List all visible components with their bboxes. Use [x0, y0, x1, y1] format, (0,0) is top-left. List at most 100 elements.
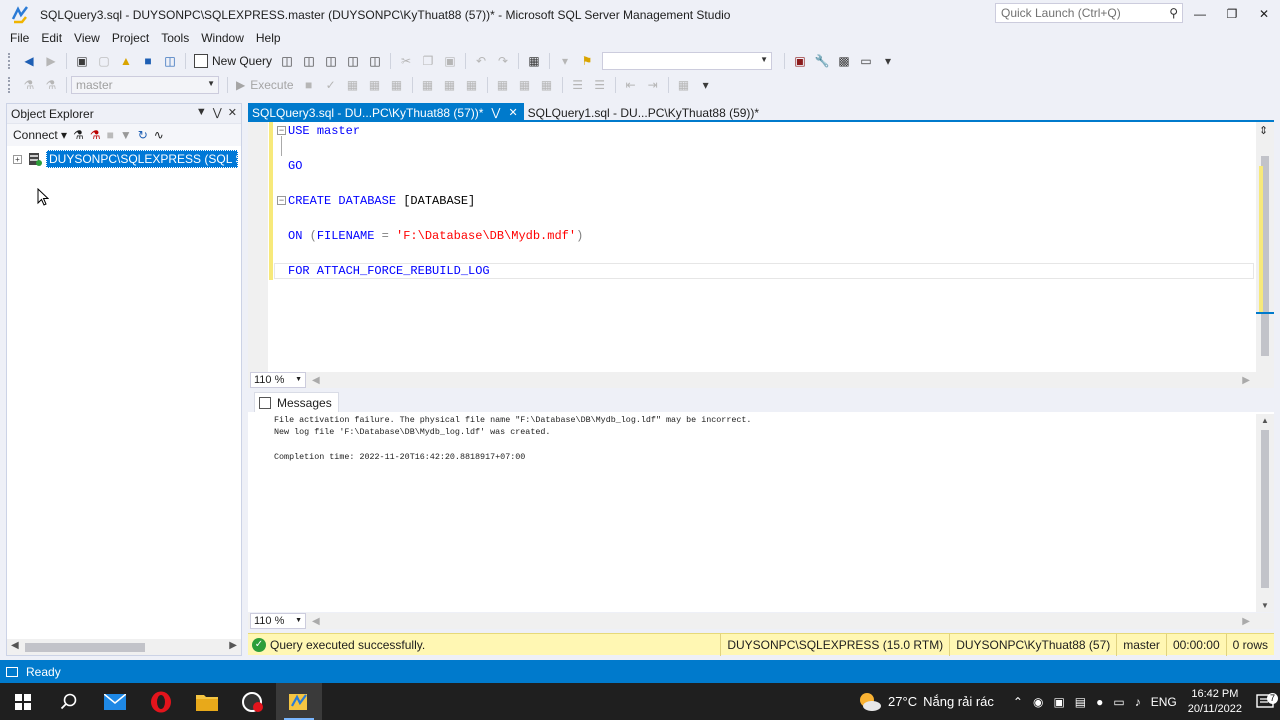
query-editor[interactable]: − − USE master GO CREATE DATABASE [DATAB…: [248, 122, 1274, 372]
solution-configurations-icon[interactable]: ▾: [556, 52, 574, 70]
cut-icon[interactable]: ✂: [397, 52, 415, 70]
add-item-icon[interactable]: ▢: [95, 52, 113, 70]
scrollbar-thumb[interactable]: [25, 643, 145, 652]
scrollbar-thumb[interactable]: [1261, 430, 1269, 588]
change-connection-icon[interactable]: ⚗: [42, 76, 60, 94]
editor-zoom-select[interactable]: 110 % ▼: [250, 372, 306, 388]
menu-help[interactable]: Help: [250, 30, 287, 48]
taskbar-ssms[interactable]: [276, 683, 322, 720]
window-position-icon[interactable]: ▼: [196, 106, 207, 119]
editor-vertical-scrollbar[interactable]: ⇕: [1256, 122, 1274, 372]
taskbar-file-explorer[interactable]: [184, 683, 230, 720]
toolbar-grip[interactable]: [8, 77, 12, 93]
expand-icon[interactable]: +: [13, 154, 22, 164]
toolbox-icon[interactable]: ▩: [835, 52, 853, 70]
close-panel-icon[interactable]: ✕: [228, 106, 237, 119]
results-vertical-scrollbar[interactable]: ▲ ▼: [1256, 414, 1274, 612]
estimated-plan-icon[interactable]: ▦: [344, 76, 362, 94]
forward-icon[interactable]: ▶: [42, 52, 60, 70]
xmla-query-icon[interactable]: ◫: [344, 52, 362, 70]
connect-dropdown[interactable]: Connect ▾: [13, 128, 67, 142]
execute-button[interactable]: ▶ Execute: [232, 78, 298, 92]
registered-servers-icon[interactable]: ▣: [791, 52, 809, 70]
taskbar-recorder[interactable]: [230, 683, 276, 720]
toolbar-options-icon[interactable]: ▾: [697, 76, 715, 94]
connect-plug-icon[interactable]: ⚗: [73, 128, 84, 142]
client-stats-icon[interactable]: ▦: [463, 76, 481, 94]
ssms-app-icon[interactable]: [10, 5, 30, 25]
new-project-icon[interactable]: ▣: [73, 52, 91, 70]
volume-icon[interactable]: ♪: [1135, 695, 1141, 709]
disconnect-icon[interactable]: ⚗: [90, 128, 101, 142]
show-hidden-icons-icon[interactable]: ⌃: [1013, 695, 1023, 709]
find-in-files-icon[interactable]: ⚑: [578, 52, 596, 70]
collapse-icon[interactable]: −: [277, 196, 286, 205]
comment-icon[interactable]: ☰: [569, 76, 587, 94]
new-query-button[interactable]: New Query: [190, 54, 276, 68]
parse-icon[interactable]: ✓: [322, 76, 340, 94]
microphone-icon[interactable]: ●: [1096, 695, 1103, 709]
tab-sqlquery1[interactable]: SQLQuery1.sql - DU...PC\KyThuat88 (59))*: [524, 103, 765, 122]
specify-values-icon[interactable]: ▦: [675, 76, 693, 94]
toolbar-grip[interactable]: [8, 53, 12, 69]
scroll-right-icon[interactable]: ▶: [1242, 375, 1250, 386]
back-icon[interactable]: ◀: [20, 52, 38, 70]
properties-icon[interactable]: 🔧: [813, 52, 831, 70]
live-stats-icon[interactable]: ▦: [441, 76, 459, 94]
decrease-indent-icon[interactable]: ⇤: [622, 76, 640, 94]
save-icon[interactable]: ■: [139, 52, 157, 70]
menu-project[interactable]: Project: [106, 30, 155, 48]
minimize-button[interactable]: —: [1184, 0, 1216, 28]
search-button[interactable]: [46, 683, 92, 720]
undo-icon[interactable]: ↶: [472, 52, 490, 70]
paste-icon[interactable]: ▣: [441, 52, 459, 70]
messages-output[interactable]: File activation failure. The physical fi…: [248, 412, 1274, 464]
menu-file[interactable]: File: [4, 30, 35, 48]
camera-icon[interactable]: ▣: [1053, 695, 1064, 709]
scroll-down-icon[interactable]: ▼: [1261, 601, 1269, 610]
activity-monitor-icon[interactable]: ▦: [525, 52, 543, 70]
dax-query-icon[interactable]: ◫: [366, 52, 384, 70]
refresh-icon[interactable]: ↻: [138, 128, 148, 142]
toolbar-options-icon[interactable]: ▾: [879, 52, 897, 70]
menu-tools[interactable]: Tools: [155, 30, 195, 48]
cancel-query-icon[interactable]: ■: [300, 76, 318, 94]
pin-tab-icon[interactable]: ⋁: [491, 106, 500, 119]
tab-sqlquery3[interactable]: SQLQuery3.sql - DU...PC\KyThuat88 (57))*…: [248, 103, 524, 122]
scroll-left-icon[interactable]: ◀: [312, 616, 320, 627]
mdx-query-icon[interactable]: ◫: [300, 52, 318, 70]
open-file-icon[interactable]: ▲: [117, 52, 135, 70]
results-to-grid-icon[interactable]: ▦: [516, 76, 534, 94]
command-window-icon[interactable]: ▭: [857, 52, 875, 70]
split-icon[interactable]: ⇕: [1259, 124, 1268, 137]
display-icon[interactable]: ▭: [1113, 695, 1124, 709]
connect-icon[interactable]: ⚗: [20, 76, 38, 94]
database-engine-query-icon[interactable]: ◫: [278, 52, 296, 70]
copy-icon[interactable]: ❐: [419, 52, 437, 70]
filter-icon[interactable]: ▼: [120, 128, 132, 142]
server-node-label[interactable]: DUYSONPC\SQLEXPRESS (SQL Server 1: [46, 150, 238, 168]
tab-messages[interactable]: Messages: [254, 392, 339, 412]
taskbar-mail[interactable]: [92, 683, 138, 720]
dmx-query-icon[interactable]: ◫: [322, 52, 340, 70]
close-tab-icon[interactable]: ✕: [508, 106, 517, 119]
include-plan-icon[interactable]: ▦: [419, 76, 437, 94]
activity-icon[interactable]: ∿: [154, 128, 164, 142]
scroll-right-icon[interactable]: ▶: [229, 640, 237, 651]
stop-icon[interactable]: ■: [107, 128, 114, 142]
query-designer-icon[interactable]: ▦: [366, 76, 384, 94]
start-button[interactable]: [0, 683, 46, 720]
pin-icon[interactable]: ⋁: [213, 106, 222, 119]
horizontal-scrollbar[interactable]: ◀ ▶: [7, 639, 241, 655]
tree-node-server[interactable]: + DUYSONPC\SQLEXPRESS (SQL Server 1: [7, 150, 241, 168]
notifications-button[interactable]: 7: [1250, 692, 1280, 710]
menu-window[interactable]: Window: [195, 30, 250, 48]
query-options-icon[interactable]: ▦: [388, 76, 406, 94]
collapse-icon[interactable]: −: [277, 126, 286, 135]
menu-view[interactable]: View: [68, 30, 106, 48]
scroll-left-icon[interactable]: ◀: [312, 375, 320, 386]
language-indicator[interactable]: ENG: [1151, 695, 1177, 709]
quick-launch-input[interactable]: Quick Launch (Ctrl+Q) ⚲: [995, 3, 1183, 23]
database-selector[interactable]: master ▼: [71, 76, 219, 94]
results-to-file-icon[interactable]: ▦: [538, 76, 556, 94]
